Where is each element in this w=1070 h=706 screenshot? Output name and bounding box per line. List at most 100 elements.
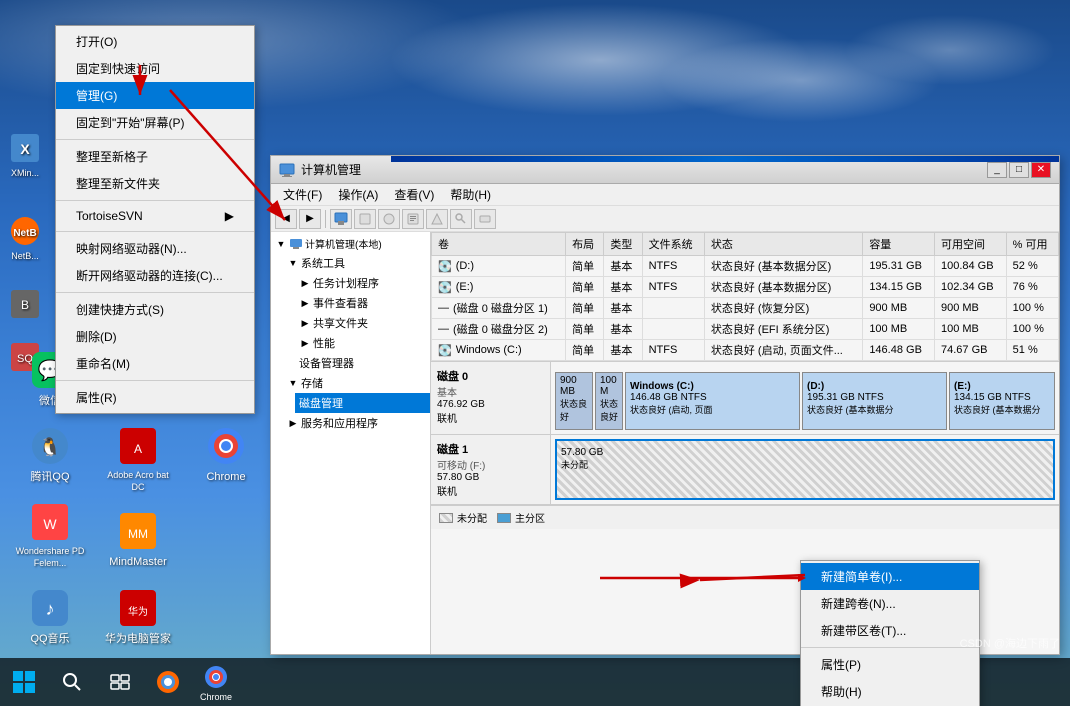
svg-text:A: A — [134, 442, 142, 456]
menu-file[interactable]: 文件(F) — [275, 184, 330, 205]
tree-shared-folders[interactable]: ▶ 共享文件夹 — [295, 313, 430, 333]
tb-up[interactable] — [330, 209, 352, 229]
ctx-sep-2 — [56, 200, 254, 201]
partition-d[interactable]: (D:) 195.31 GB NTFS 状态良好 (基本数据分 — [802, 372, 947, 430]
disk-0-row: 磁盘 0 基本 476.92 GB 联机 900 MB 状态良好 — [431, 362, 1059, 435]
tree-root[interactable]: ▼ 计算机管理(本地) — [271, 234, 430, 253]
file-manager-context-menu: 打开(O) 固定到快速访问 管理(G) 固定到"开始"屏幕(P) 整理至新格子 … — [55, 25, 255, 414]
disk-table-area: 卷 布局 类型 文件系统 状态 容量 可用空间 % 可用 — [431, 232, 1059, 361]
ctx-pin-quick[interactable]: 固定到快速访问 — [56, 55, 254, 82]
ctx-disk-properties[interactable]: 属性(P) — [801, 651, 979, 678]
taskbar-chrome[interactable]: Chrome — [192, 658, 240, 706]
svg-text:B: B — [21, 298, 29, 312]
wondershare-desktop-icon[interactable]: W Wondershare PDFelem... — [10, 497, 90, 574]
window-icon — [279, 162, 295, 178]
tb-forward[interactable]: ▶ — [299, 209, 321, 229]
taskbar-firefox[interactable] — [144, 658, 192, 706]
tb-btn5[interactable] — [426, 209, 448, 229]
menu-action[interactable]: 操作(A) — [330, 184, 386, 205]
ctx-new-striped[interactable]: 新建带区卷(T)... — [801, 617, 979, 644]
tree-performance[interactable]: ▶ 性能 — [295, 333, 430, 353]
partition-recovery[interactable]: 900 MB 状态良好 — [555, 372, 593, 430]
tb-back[interactable]: ◀ — [275, 209, 297, 229]
table-row[interactable]: 💽(D:) 简单 基本 NTFS 状态良好 (基本数据分区) 195.31 GB… — [432, 256, 1059, 277]
tree-disk-management[interactable]: 磁盘管理 — [295, 393, 430, 413]
tree-services-apps[interactable]: ▶ 服务和应用程序 — [283, 413, 430, 433]
ctx-sep-5 — [56, 380, 254, 381]
partition-e[interactable]: (E:) 134.15 GB NTFS 状态良好 (基本数据分 — [949, 372, 1055, 430]
window-title: 计算机管理 — [301, 161, 987, 178]
ctx-sep-4 — [56, 292, 254, 293]
disk-1-row: 磁盘 1 可移动 (F:) 57.80 GB 联机 57.80 GB 未分配 — [431, 435, 1059, 505]
partition-unallocated[interactable]: 57.80 GB 未分配 — [555, 439, 1055, 500]
windows-logo-icon — [10, 668, 38, 696]
tb-btn6[interactable] — [450, 209, 472, 229]
ctx-disk-sep — [801, 647, 979, 648]
ctx-delete[interactable]: 删除(D) — [56, 323, 254, 350]
table-row[interactable]: —(磁盘 0 磁盘分区 1) 简单 基本 状态良好 (恢复分区) 900 MB … — [432, 298, 1059, 319]
tree-event-viewer[interactable]: ▶ 事件查看器 — [295, 293, 430, 313]
ctx-rename[interactable]: 重命名(M) — [56, 350, 254, 377]
ctx-pin-start[interactable]: 固定到"开始"屏幕(P) — [56, 109, 254, 136]
task-view-icon — [106, 668, 134, 696]
svg-text:MM: MM — [128, 527, 148, 541]
legend-unallocated: 未分配 — [439, 510, 487, 525]
tree-storage[interactable]: ▼ 存储 — [283, 373, 430, 393]
th-status: 状态 — [704, 233, 862, 256]
ctx-new-simple[interactable]: 新建简单卷(I)... — [801, 563, 979, 590]
netbeans-icon[interactable]: NetB NetB... — [0, 213, 50, 261]
menu-help[interactable]: 帮助(H) — [442, 184, 499, 205]
legend-primary: 主分区 — [497, 510, 545, 525]
qq-desktop-icon[interactable]: 🐧 腾讯QQ — [10, 421, 90, 489]
tree-device-manager[interactable]: 设备管理器 — [295, 353, 430, 373]
partition-efi[interactable]: 100 M 状态良好 — [595, 372, 623, 430]
tb-btn4[interactable] — [402, 209, 424, 229]
watermark: CSDN @海边下雨了 — [960, 635, 1060, 651]
ctx-open[interactable]: 打开(O) — [56, 28, 254, 55]
svg-text:♪: ♪ — [46, 599, 55, 619]
chrome-desktop-icon[interactable]: Chrome — [186, 421, 266, 489]
management-tree: ▼ 计算机管理(本地) ▼ 系统工具 ▶ 任务计划程序 ▶ 事件查看器 ▶ — [271, 232, 431, 654]
tb-sep-1 — [325, 210, 326, 228]
qqmusic-desktop-icon[interactable]: ♪ QQ音乐 — [10, 583, 90, 651]
taskview-taskbar[interactable] — [96, 658, 144, 706]
disk-context-menu: 新建简单卷(I)... 新建跨卷(N)... 新建带区卷(T)... 属性(P)… — [800, 560, 980, 706]
svg-text:NetB: NetB — [13, 228, 36, 239]
table-row[interactable]: 💽(E:) 简单 基本 NTFS 状态良好 (基本数据分区) 134.15 GB… — [432, 277, 1059, 298]
search-taskbar[interactable] — [48, 658, 96, 706]
minimize-button[interactable]: _ — [987, 162, 1007, 178]
ctx-new-spanned[interactable]: 新建跨卷(N)... — [801, 590, 979, 617]
tb-btn7[interactable] — [474, 209, 496, 229]
table-row[interactable]: —(磁盘 0 磁盘分区 2) 简单 基本 状态良好 (EFI 系统分区) 100… — [432, 319, 1059, 340]
ctx-organize-grid[interactable]: 整理至新格子 — [56, 143, 254, 170]
close-button[interactable]: ✕ — [1031, 162, 1051, 178]
tb-btn3[interactable] — [378, 209, 400, 229]
huawei-desktop-icon[interactable]: 华为 华为电脑管家 — [98, 583, 178, 651]
menu-view[interactable]: 查看(V) — [386, 184, 442, 205]
disk-0-partitions: 900 MB 状态良好 100 M 状态良好 Windows (C:) 146.… — [551, 362, 1059, 434]
tree-task-scheduler[interactable]: ▶ 任务计划程序 — [295, 273, 430, 293]
blank-icon-1[interactable]: B — [0, 286, 50, 324]
ctx-create-shortcut[interactable]: 创建快捷方式(S) — [56, 296, 254, 323]
xming-icon[interactable]: X XMin... — [0, 130, 50, 178]
th-free: 可用空间 — [934, 233, 1006, 256]
table-row[interactable]: 💽Windows (C:) 简单 基本 NTFS 状态良好 (启动, 页面文件.… — [432, 340, 1059, 361]
ctx-properties[interactable]: 属性(R) — [56, 384, 254, 411]
ctx-manage[interactable]: 管理(G) — [56, 82, 254, 109]
tb-btn2[interactable] — [354, 209, 376, 229]
ctx-tortoise[interactable]: TortoiseSVN ▶ — [56, 204, 254, 228]
disk-table: 卷 布局 类型 文件系统 状态 容量 可用空间 % 可用 — [431, 232, 1059, 361]
ctx-disconnect-drive[interactable]: 断开网络驱动器的连接(C)... — [56, 262, 254, 289]
menu-bar: 文件(F) 操作(A) 查看(V) 帮助(H) — [271, 184, 1059, 206]
disk-0-info: 磁盘 0 基本 476.92 GB 联机 — [431, 362, 551, 434]
tree-system-tools[interactable]: ▼ 系统工具 — [283, 253, 430, 273]
mindmaster-desktop-icon[interactable]: MM MindMaster — [98, 506, 178, 574]
start-button[interactable] — [0, 658, 48, 706]
adobe-desktop-icon[interactable]: A Adobe Acro bat DC — [98, 421, 178, 498]
partition-c[interactable]: Windows (C:) 146.48 GB NTFS 状态良好 (启动, 页面 — [625, 372, 800, 430]
maximize-button[interactable]: □ — [1009, 162, 1029, 178]
ctx-map-drive[interactable]: 映射网络驱动器(N)... — [56, 235, 254, 262]
disk-legend: 未分配 主分区 — [431, 505, 1059, 529]
ctx-disk-help[interactable]: 帮助(H) — [801, 678, 979, 705]
ctx-organize-folder[interactable]: 整理至新文件夹 — [56, 170, 254, 197]
